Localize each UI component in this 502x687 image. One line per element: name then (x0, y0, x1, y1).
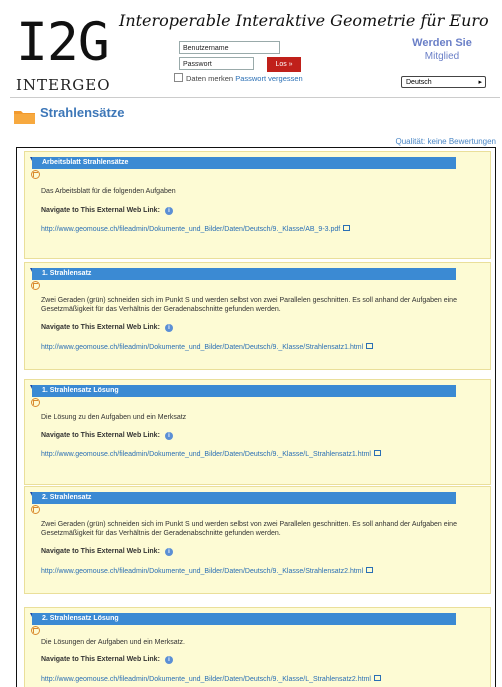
geomouse-icon (31, 626, 40, 635)
nav-label: Navigate to This External Web Link: (41, 656, 160, 663)
resource-url[interactable]: http://www.geomouse.ch/fileadmin/Dokumen… (41, 226, 340, 233)
geomouse-icon (31, 170, 40, 179)
page-title: Strahlensätze (40, 105, 125, 120)
login-button[interactable]: Los » (267, 57, 301, 72)
resource-card: 2. Strahlensatz Zwei Geraden (grün) schn… (24, 486, 491, 594)
resource-title[interactable]: 2. Strahlensatz Lösung (32, 613, 456, 625)
member-line2: Mitglied (424, 51, 460, 62)
nav-label-row: Navigate to This External Web Link: i (41, 432, 173, 440)
geomouse-icon (31, 505, 40, 514)
nav-label: Navigate to This External Web Link: (41, 324, 160, 331)
language-select[interactable]: Deutsch ▸ (401, 76, 486, 88)
site-title: Interoperable Interaktive Geometrie für … (119, 11, 489, 30)
chevron-down-icon: ▸ (478, 79, 482, 86)
resource-url[interactable]: http://www.geomouse.ch/fileadmin/Dokumen… (41, 344, 363, 351)
become-member-link[interactable]: Werden Sie Mitglied (408, 37, 476, 63)
external-link-icon (366, 567, 374, 573)
nav-label-row: Navigate to This External Web Link: i (41, 656, 173, 664)
nav-label: Navigate to This External Web Link: (41, 207, 160, 214)
forgot-password-link[interactable]: Passwort vergessen (235, 74, 303, 83)
resource-title[interactable]: 1. Strahlensatz Lösung (32, 385, 456, 397)
external-link-icon (373, 675, 381, 681)
folder-icon (14, 111, 35, 124)
resource-card: 1. Strahlensatz Lösung Die Lösung zu den… (24, 379, 491, 485)
logo-intergeo[interactable]: INTERGEO (16, 76, 111, 94)
resource-description: Zwei Geraden (grün) schneiden sich im Pu… (41, 521, 457, 537)
nav-label-row: Navigate to This External Web Link: i (41, 207, 173, 215)
resource-link[interactable]: http://www.geomouse.ch/fileadmin/Dokumen… (41, 567, 381, 576)
remember-row: Daten merken Passwort vergessen (174, 73, 303, 83)
resource-link[interactable]: http://www.geomouse.ch/fileadmin/Dokumen… (41, 225, 381, 234)
resource-description: Die Lösungen der Aufgaben und ein Merksa… (41, 639, 185, 646)
resource-description: Das Arbeitsblatt für die folgenden Aufga… (41, 188, 176, 195)
nav-label: Navigate to This External Web Link: (41, 432, 160, 439)
resource-card: Arbeitsblatt Strahlensätze Das Arbeitsbl… (24, 151, 491, 259)
geomouse-icon (31, 398, 40, 407)
info-icon[interactable]: i (164, 548, 173, 556)
resource-link[interactable]: http://www.geomouse.ch/fileadmin/Dokumen… (41, 343, 381, 352)
quality-rating[interactable]: Qualität: keine Bewertungen (395, 137, 496, 146)
resource-url[interactable]: http://www.geomouse.ch/fileadmin/Dokumen… (41, 568, 363, 575)
header-divider (10, 97, 500, 98)
remember-label: Daten merken (186, 74, 234, 83)
info-icon[interactable]: i (164, 324, 173, 332)
resource-description: Die Lösung zu den Aufgaben und ein Merks… (41, 414, 187, 421)
resource-link[interactable]: http://www.geomouse.ch/fileadmin/Dokumen… (41, 675, 381, 684)
resource-url[interactable]: http://www.geomouse.ch/fileadmin/Dokumen… (41, 451, 371, 458)
remember-checkbox[interactable] (174, 73, 183, 82)
nav-label-row: Navigate to This External Web Link: i (41, 548, 173, 556)
resource-card: 1. Strahlensatz Zwei Geraden (grün) schn… (24, 262, 491, 370)
member-line1: Werden Sie (412, 37, 472, 49)
resource-link[interactable]: http://www.geomouse.ch/fileadmin/Dokumen… (41, 450, 381, 459)
resource-title[interactable]: 1. Strahlensatz (32, 268, 456, 280)
info-icon[interactable]: i (164, 656, 173, 664)
nav-label: Navigate to This External Web Link: (41, 548, 160, 555)
logo-i2g[interactable]: I2G (16, 13, 110, 73)
external-link-icon (343, 225, 351, 231)
password-input[interactable]: Passwort (179, 57, 254, 70)
resource-title[interactable]: Arbeitsblatt Strahlensätze (32, 157, 456, 169)
nav-label-row: Navigate to This External Web Link: i (41, 324, 173, 332)
page: I2G INTERGEO Interoperable Interaktive G… (0, 0, 502, 687)
info-icon[interactable]: i (164, 432, 173, 440)
resource-card: 2. Strahlensatz Lösung Die Lösungen der … (24, 607, 491, 687)
username-input[interactable]: Benutzername (179, 41, 280, 54)
resource-description: Zwei Geraden (grün) schneiden sich im Pu… (41, 297, 457, 313)
geomouse-icon (31, 281, 40, 290)
resource-title[interactable]: 2. Strahlensatz (32, 492, 456, 504)
external-link-icon (366, 343, 374, 349)
external-link-icon (373, 450, 381, 456)
language-value: Deutsch (406, 79, 432, 86)
resource-url[interactable]: http://www.geomouse.ch/fileadmin/Dokumen… (41, 676, 371, 683)
info-icon[interactable]: i (164, 207, 173, 215)
